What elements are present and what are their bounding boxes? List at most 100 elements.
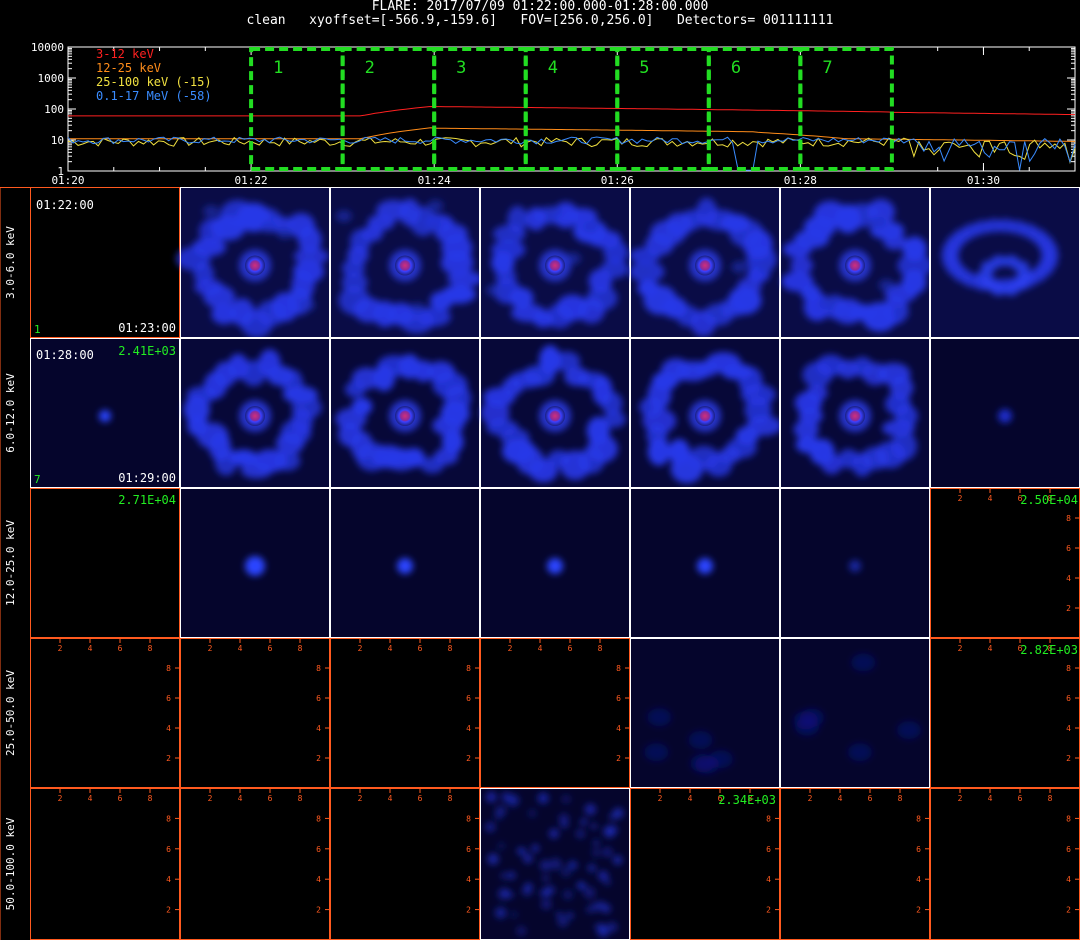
time-interval-label: 2: [365, 58, 375, 78]
background-blob: [878, 279, 895, 292]
panel-background: [30, 638, 180, 788]
axis-tick-label: 4: [88, 644, 93, 653]
panel-background: [930, 638, 1080, 788]
ring-blob: [577, 447, 605, 474]
axis-tick-label: 4: [316, 875, 321, 884]
x-tick-label: 01:20: [51, 174, 84, 187]
source-blobs: [397, 558, 413, 574]
background-blob: [546, 206, 563, 219]
axis-tick-label: 2: [358, 644, 363, 653]
noise-blob: [522, 853, 533, 864]
noise-blob: [485, 791, 497, 803]
axis-tick-label: 4: [988, 794, 993, 803]
faint-blob: [647, 708, 672, 727]
axis-tick-label: 4: [166, 724, 171, 733]
noise-blob: [501, 791, 512, 803]
ring-blob: [447, 270, 483, 287]
x-tick-label: 01:24: [418, 174, 451, 187]
noise-blob: [585, 906, 593, 913]
panel-background: [630, 788, 780, 940]
flare-core: [695, 255, 715, 276]
noise-blob: [604, 878, 611, 886]
legend-entry: 12-25 keV: [96, 61, 161, 75]
image-panel: 2 2 4 4 6 6 8 8: [180, 788, 330, 940]
image-panel: [780, 638, 930, 788]
axis-tick-label: 4: [166, 875, 171, 884]
background-blob: [870, 216, 887, 229]
axis-tick-label: 6: [118, 644, 123, 653]
panel-background: [180, 638, 330, 788]
source-blobs: [99, 410, 111, 422]
image-panel: 2 2 4 4 6 6 8 8: [330, 788, 480, 940]
ring-blob: [705, 453, 733, 478]
y-tick-label: 10: [51, 134, 64, 147]
image-panel: 2 2 4 4 6 6 8 8: [780, 788, 930, 940]
faint-blob: [847, 743, 872, 762]
noise-blob: [576, 881, 585, 890]
flare-source: [245, 556, 265, 576]
noise-blob: [566, 911, 574, 920]
image-panel: [780, 338, 930, 488]
faint-blob: [644, 743, 669, 762]
energy-band-label: 12.0-25.0 keV: [4, 520, 17, 606]
axis-tick-label: 6: [1066, 845, 1071, 854]
panel-peak-value: 2.41E+03: [118, 344, 176, 358]
image-panel: [780, 187, 933, 338]
source-blobs: [697, 558, 713, 574]
noise-blob: [543, 886, 551, 895]
axis-tick-label: 6: [166, 694, 171, 703]
noise-blob: [519, 847, 526, 855]
image-panel: 2 2 4 4 6 6 8 8: [330, 638, 480, 788]
image-panel: [930, 187, 1080, 338]
faint-blob: [896, 721, 921, 740]
faint-blob: [851, 653, 876, 672]
energy-band-label: 25.0-50.0 keV: [4, 670, 17, 756]
noise-blob: [549, 858, 562, 870]
imaging-parameters: clean xyoffset=[-566.9,-159.6] FOV=[256.…: [246, 13, 834, 28]
axis-tick-label: 8: [598, 644, 603, 653]
panel-background: [930, 788, 1080, 940]
flare-core: [845, 255, 865, 276]
legend-entry: 3-12 keV: [96, 47, 154, 61]
axis-tick-label: 6: [166, 845, 171, 854]
axis-tick-label: 2: [316, 906, 321, 915]
time-interval-box: [432, 47, 528, 171]
axis-tick-label: 2: [958, 494, 963, 503]
axis-tick-label: 8: [766, 814, 771, 823]
image-panel: [180, 488, 330, 638]
time-interval-label: 5: [639, 58, 649, 78]
panel-background: [480, 638, 630, 788]
noise-blob: [613, 807, 624, 819]
background-blob: [427, 199, 444, 212]
x-tick-label: 01:22: [235, 174, 268, 187]
panel-background: [780, 788, 930, 940]
axis-tick-label: 6: [268, 644, 273, 653]
faint-blob: [795, 717, 820, 736]
axis-tick-label: 8: [1066, 514, 1071, 523]
axis-tick-label: 2: [958, 644, 963, 653]
panel-peak-value: 2.34E+03: [718, 793, 776, 807]
time-interval-box: [706, 47, 803, 171]
background-blob: [706, 305, 723, 318]
ring-blob: [668, 438, 690, 465]
panel-time-end: 01:23:00: [118, 321, 176, 335]
axis-tick-label: 6: [268, 794, 273, 803]
noise-blob: [537, 792, 549, 804]
panel-interval-index: 1: [34, 323, 41, 336]
noise-blob: [485, 821, 496, 833]
image-panel: 2 2 4 4 6 6 8 8: [480, 638, 630, 788]
axis-tick-label: 8: [1066, 814, 1071, 823]
time-interval-label: 4: [548, 58, 558, 78]
flare-core: [395, 255, 415, 276]
source-blobs: [998, 409, 1012, 423]
image-panel: 2 2 4 4 6 6 8 8: [30, 788, 180, 940]
noise-blob: [601, 903, 611, 914]
flare-source: [547, 558, 563, 574]
source-blobs: [245, 556, 265, 576]
noise-blob: [497, 842, 505, 850]
noise-blob: [500, 872, 508, 880]
axis-tick-label: 8: [148, 644, 153, 653]
background-blob: [335, 210, 352, 223]
axis-tick-label: 4: [388, 794, 393, 803]
background-blob: [818, 297, 835, 310]
